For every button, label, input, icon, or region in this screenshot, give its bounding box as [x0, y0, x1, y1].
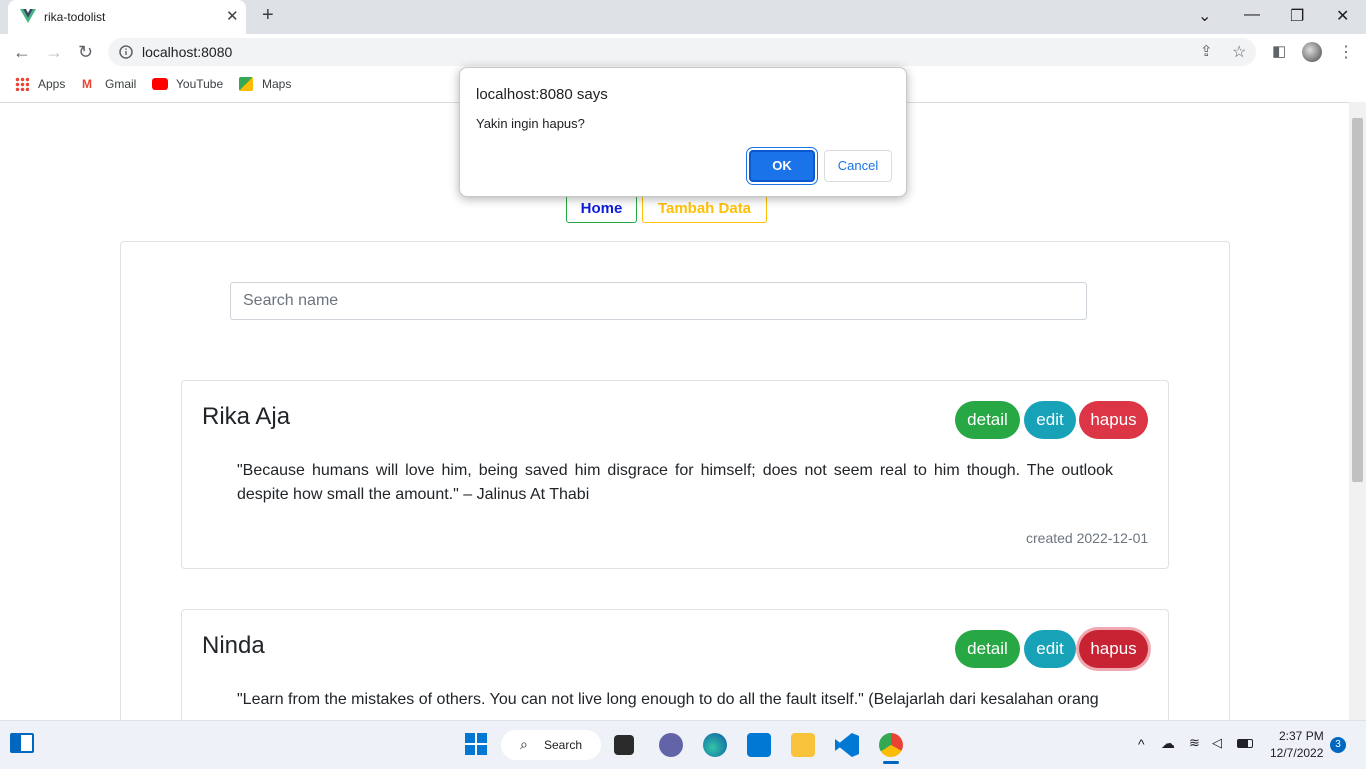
edit-button[interactable]: edit — [1024, 630, 1076, 668]
battery-icon[interactable] — [1237, 739, 1253, 748]
site-info-icon[interactable] — [119, 45, 133, 59]
widgets-icon[interactable] — [10, 733, 34, 753]
bookmark-youtube[interactable]: YouTube — [176, 77, 223, 91]
bookmark-gmail[interactable]: Gmail — [105, 77, 136, 91]
mail-icon[interactable] — [747, 733, 771, 757]
gmail-icon[interactable]: M — [82, 77, 92, 91]
new-tab-icon[interactable]: + — [262, 4, 274, 27]
volume-icon[interactable]: ◁ — [1212, 735, 1222, 751]
notification-badge[interactable]: 3 — [1330, 737, 1346, 753]
dialog-title: localhost:8080 says — [476, 86, 608, 103]
tab-title: rika-todolist — [44, 10, 106, 24]
apps-grid-icon[interactable] — [15, 77, 29, 91]
nav-add-link[interactable]: Tambah Data — [642, 193, 767, 223]
clock-time[interactable]: 2:37 PM — [1279, 729, 1324, 743]
side-panel-icon[interactable]: ◧ — [1272, 42, 1286, 60]
back-icon[interactable]: ← — [13, 42, 31, 63]
delete-button-focused[interactable]: hapus — [1079, 630, 1148, 668]
tab-search-icon[interactable]: ⌄ — [1198, 6, 1211, 26]
file-explorer-icon[interactable] — [791, 733, 815, 757]
delete-button[interactable]: hapus — [1079, 401, 1148, 439]
restore-icon[interactable]: ❐ — [1290, 6, 1304, 26]
start-windows-icon[interactable] — [465, 733, 487, 755]
nav-home-link[interactable]: Home — [566, 193, 637, 223]
edit-button[interactable]: edit — [1024, 401, 1076, 439]
detail-button[interactable]: detail — [955, 630, 1020, 668]
address-bar[interactable] — [108, 38, 1256, 66]
vue-logo-icon — [20, 9, 36, 23]
task-view-icon[interactable] — [614, 735, 634, 755]
url-text: localhost:8080 — [142, 44, 233, 60]
forward-icon[interactable]: → — [45, 42, 63, 63]
card-title: Ninda — [202, 632, 265, 659]
menu-icon[interactable]: ⋮ — [1338, 42, 1354, 62]
clock-date[interactable]: 12/7/2022 — [1270, 746, 1323, 760]
scrollbar-thumb[interactable] — [1352, 118, 1363, 482]
card-quote: "Because humans will love him, being sav… — [237, 462, 1113, 503]
maps-icon[interactable] — [239, 77, 253, 91]
bookmark-apps[interactable]: Apps — [38, 77, 65, 91]
dialog-message: Yakin ingin hapus? — [476, 116, 585, 131]
bookmark-star-icon[interactable]: ☆ — [1232, 42, 1246, 62]
window-close-icon[interactable]: ✕ — [1336, 6, 1349, 26]
card-title: Rika Aja — [202, 403, 291, 430]
chrome-icon[interactable] — [879, 733, 903, 757]
share-icon[interactable]: ⇪ — [1200, 42, 1213, 60]
cancel-button[interactable]: Cancel — [824, 150, 892, 182]
tab-close-icon[interactable]: ✕ — [226, 7, 239, 25]
browser-tab[interactable]: rika-todolist ✕ — [8, 0, 246, 34]
reload-icon[interactable]: ↻ — [78, 42, 93, 63]
search-input[interactable]: Search name — [230, 282, 1087, 320]
detail-button[interactable]: detail — [955, 401, 1020, 439]
chevron-up-icon[interactable]: ^ — [1138, 736, 1145, 752]
profile-avatar[interactable] — [1302, 42, 1322, 62]
chat-icon[interactable] — [659, 733, 683, 757]
minimize-icon[interactable]: — — [1244, 6, 1260, 24]
taskbar-search-label: Search — [544, 738, 583, 752]
youtube-icon[interactable] — [152, 78, 168, 90]
bookmark-maps[interactable]: Maps — [262, 77, 291, 91]
search-icon: ⌕ — [520, 736, 528, 752]
card-quote: "Learn from the mistakes of others. You … — [237, 691, 1099, 708]
chrome-active-indicator — [883, 761, 899, 764]
confirm-dialog: localhost:8080 says Yakin ingin hapus? O… — [459, 67, 907, 197]
onedrive-icon[interactable]: ☁ — [1161, 735, 1175, 752]
edge-icon[interactable] — [703, 733, 727, 757]
wifi-icon[interactable]: ≋ — [1189, 735, 1200, 751]
created-date: created 2022-12-01 — [1026, 530, 1149, 546]
ok-button[interactable]: OK — [749, 150, 815, 182]
